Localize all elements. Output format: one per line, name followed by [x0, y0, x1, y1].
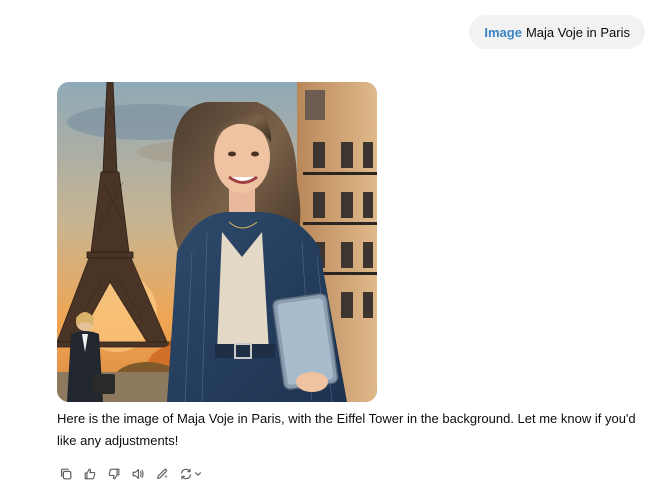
user-prompt-text: Maja Voje in Paris: [525, 24, 630, 40]
bad-response-button[interactable]: [103, 463, 124, 485]
regenerate-icon: [180, 468, 191, 480]
generated-image-artwork: [57, 82, 377, 402]
image-tag: Image: [484, 24, 522, 40]
edit-image-button[interactable]: [151, 463, 172, 485]
generated-image[interactable]: [57, 82, 377, 402]
assistant-message: Here is the image of Maja Voje in Paris,…: [57, 411, 636, 448]
thumbs-down-icon: [108, 468, 119, 480]
chat-page: Image Maja Voje in Paris Here is the ima…: [0, 0, 660, 495]
copy-icon: [60, 468, 71, 480]
regenerate-button[interactable]: [175, 463, 205, 485]
read-aloud-button[interactable]: [127, 463, 148, 485]
user-message-bubble: Image Maja Voje in Paris: [469, 15, 645, 49]
copy-button[interactable]: [55, 463, 76, 485]
message-action-bar: [55, 462, 205, 486]
read-aloud-icon: [132, 469, 144, 479]
good-response-button[interactable]: [79, 463, 100, 485]
chevron-down-icon: [194, 472, 201, 476]
thumbs-up-icon: [84, 468, 95, 480]
edit-icon: [156, 468, 168, 479]
